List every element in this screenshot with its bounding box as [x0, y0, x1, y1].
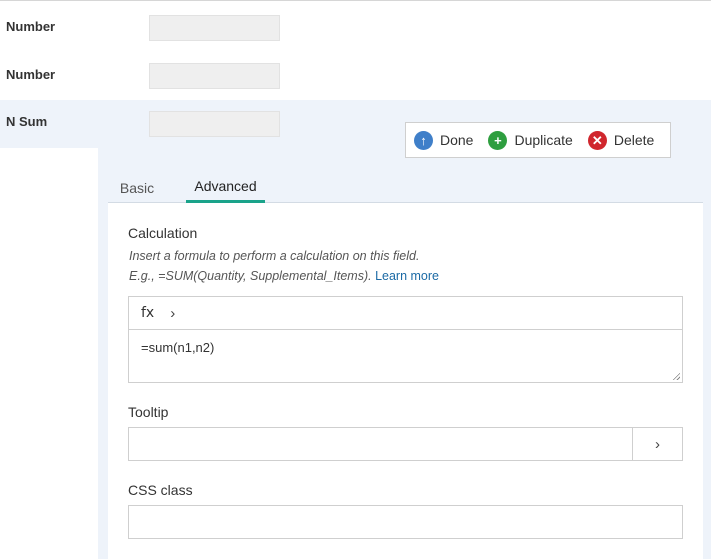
duplicate-button[interactable]: + Duplicate: [488, 130, 573, 150]
number-input-preview[interactable]: [149, 63, 280, 89]
tooltip-input[interactable]: ›: [128, 427, 683, 461]
css-class-title: CSS class: [128, 482, 193, 498]
delete-button[interactable]: ✕ Delete: [587, 130, 655, 150]
plus-circle-icon: +: [488, 130, 508, 150]
top-divider: [0, 0, 711, 1]
learn-more-link[interactable]: Learn more: [375, 269, 439, 283]
settings-tabs: Basic Advanced: [108, 172, 703, 203]
done-button[interactable]: ↑ Done: [414, 130, 474, 150]
tab-advanced[interactable]: Advanced: [186, 172, 265, 203]
chevron-right-icon[interactable]: ›: [170, 305, 175, 322]
field-action-bar: ↑ Done + Duplicate ✕ Delete: [405, 122, 671, 158]
formula-editor[interactable]: fx › =sum(n1,n2): [128, 296, 683, 383]
calculation-example: E.g., =SUM(Quantity, Supplemental_Items)…: [129, 269, 439, 283]
resize-handle-icon[interactable]: [672, 372, 680, 380]
field-label: N Sum: [6, 114, 48, 129]
css-class-input[interactable]: [128, 505, 683, 539]
chevron-right-icon: ›: [655, 435, 660, 453]
calculation-title: Calculation: [128, 225, 198, 241]
form-field-number-2[interactable]: Number: [0, 50, 711, 98]
calculated-input-preview[interactable]: [149, 111, 280, 137]
duplicate-label: Duplicate: [514, 132, 573, 148]
formula-toolbar: fx ›: [129, 297, 682, 330]
delete-label: Delete: [613, 132, 655, 148]
tooltip-expand-button[interactable]: ›: [632, 428, 682, 460]
number-input-preview[interactable]: [149, 15, 280, 41]
calculation-help-text: Insert a formula to perform a calculatio…: [129, 249, 420, 263]
arrow-up-circle-icon: ↑: [414, 130, 433, 150]
fx-icon: fx: [141, 305, 155, 321]
x-circle-icon: ✕: [587, 130, 607, 150]
advanced-tab-content: Calculation Insert a formula to perform …: [108, 203, 703, 559]
form-field-number-1[interactable]: Number: [0, 2, 711, 50]
formula-textarea-value[interactable]: =sum(n1,n2): [141, 340, 214, 355]
done-label: Done: [440, 132, 474, 148]
tooltip-title: Tooltip: [128, 404, 169, 420]
field-label: Number: [6, 19, 56, 34]
calculation-example-text: E.g., =SUM(Quantity, Supplemental_Items)…: [129, 269, 372, 283]
field-label: Number: [6, 67, 56, 82]
tab-basic[interactable]: Basic: [108, 172, 166, 203]
